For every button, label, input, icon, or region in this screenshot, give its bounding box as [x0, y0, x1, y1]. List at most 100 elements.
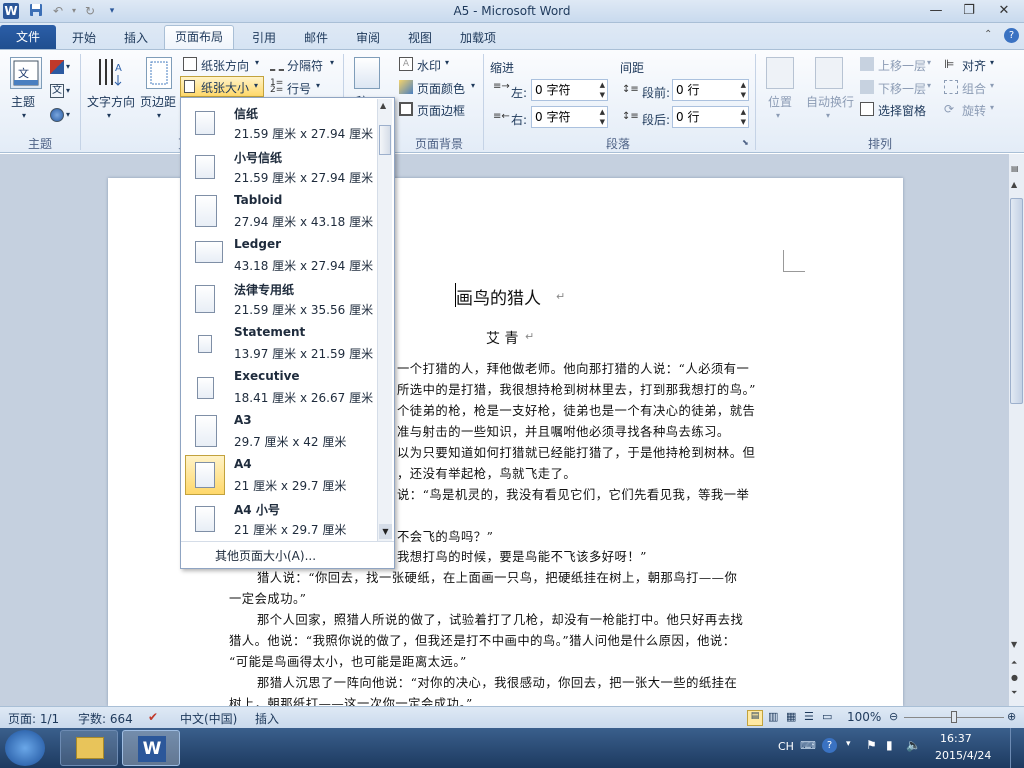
- clock-time[interactable]: 16:37: [940, 732, 972, 745]
- keyboard-icon[interactable]: ⌨: [800, 739, 816, 752]
- document-line[interactable]: 说：“鸟是机灵的，我没有看见它们，它们先看见我，等我一举: [397, 485, 749, 503]
- tab-page-layout[interactable]: 页面布局: [164, 25, 235, 51]
- wrap-text-dropdown-icon[interactable]: ▾: [826, 111, 830, 120]
- insert-mode-indicator[interactable]: 插入: [255, 710, 279, 727]
- document-line[interactable]: 不会飞的鸟吗？”: [397, 527, 493, 545]
- paper-size-option-selected[interactable]: A4 21 厘米 x 29.7 厘米: [184, 453, 376, 497]
- paper-size-option[interactable]: Statement 13.97 厘米 x 21.59 厘米: [184, 321, 376, 365]
- network-icon[interactable]: ▮: [886, 738, 893, 752]
- theme-colors-icon[interactable]: [50, 60, 64, 74]
- start-orb-icon[interactable]: [5, 730, 45, 766]
- theme-effects-dropdown-icon[interactable]: ▾: [66, 110, 70, 119]
- spinner-arrows-icon[interactable]: ▲ ▼: [600, 107, 605, 127]
- position-icon[interactable]: [766, 57, 794, 89]
- group-objects-button[interactable]: 组合: [962, 80, 986, 97]
- minimize-ribbon-icon[interactable]: ⌃: [984, 29, 998, 43]
- close-button[interactable]: ✕: [990, 2, 1018, 20]
- show-desktop-button[interactable]: [1010, 728, 1024, 768]
- paper-size-option[interactable]: Tabloid 27.94 厘米 x 43.18 厘米: [184, 189, 376, 233]
- document-line[interactable]: 那个人回家，照猎人所说的做了，试验着打了几枪，却没有一枪能打中。他只好再去找: [257, 610, 743, 628]
- document-line[interactable]: 所选中的是打猎，我很想持枪到树林里去，打到那我想打的鸟。”: [397, 380, 756, 398]
- send-backward-button[interactable]: 下移一层: [878, 80, 926, 97]
- paper-size-option[interactable]: A3 29.7 厘米 x 42 厘米: [184, 409, 376, 453]
- spinner-arrows-icon[interactable]: ▲ ▼: [741, 80, 746, 100]
- paragraph-dialog-launcher-icon[interactable]: ⬊: [742, 138, 749, 147]
- document-line[interactable]: 以为只要知道如何打猎就已经能打猎了，于是他持枪到树林。但: [397, 443, 755, 461]
- action-center-icon[interactable]: ⚑: [866, 738, 877, 752]
- help-icon[interactable]: ?: [1004, 28, 1019, 43]
- web-layout-view-icon[interactable]: ▦: [786, 710, 796, 723]
- taskbar-word-button[interactable]: W: [122, 730, 180, 766]
- document-line[interactable]: 猎人。他说：“我照你说的做了，但我还是打不中画中的鸟。”猎人问他是什么原因，他说…: [229, 631, 736, 649]
- indent-left-input[interactable]: 0 字符 ▲ ▼: [531, 79, 608, 101]
- vertical-scrollbar[interactable]: ▤ ▲ ▼ ⏶ ● ⏷: [1008, 154, 1024, 706]
- size-button[interactable]: 纸张大小 ▾: [180, 76, 264, 97]
- outline-view-icon[interactable]: ☰: [804, 710, 814, 723]
- paper-size-option[interactable]: 信纸 21.59 厘米 x 27.94 厘米: [184, 101, 376, 145]
- paper-size-option[interactable]: 小号信纸 21.59 厘米 x 27.94 厘米: [184, 145, 376, 189]
- themes-dropdown-icon[interactable]: ▾: [22, 111, 26, 120]
- theme-fonts-dropdown-icon[interactable]: ▾: [66, 86, 70, 95]
- previous-page-icon[interactable]: ⏶: [1011, 658, 1022, 668]
- full-screen-view-icon[interactable]: ▥: [768, 710, 778, 723]
- tab-review[interactable]: 审阅: [346, 27, 390, 50]
- spinner-arrows-icon[interactable]: ▲ ▼: [600, 80, 605, 100]
- document-line[interactable]: “可能是鸟画得太小，也可能是距离太远。”: [229, 652, 467, 670]
- scroll-up-icon[interactable]: ▲: [1011, 180, 1022, 190]
- wrap-text-label[interactable]: 自动换行: [806, 93, 854, 110]
- tray-expand-icon[interactable]: ▾: [846, 739, 851, 749]
- proofing-icon[interactable]: ✔: [148, 710, 158, 724]
- minimize-button[interactable]: —: [922, 2, 950, 20]
- page-count[interactable]: 页面: 1/1: [8, 710, 59, 727]
- tray-help-icon[interactable]: ?: [822, 738, 837, 753]
- page-borders-button[interactable]: 页面边框: [417, 102, 465, 119]
- themes-label[interactable]: 主题: [11, 93, 35, 110]
- spinner-arrows-icon[interactable]: ▲ ▼: [741, 107, 746, 127]
- tab-addins[interactable]: 加载项: [450, 27, 506, 50]
- scroll-thumb[interactable]: [1010, 198, 1023, 404]
- text-direction-label[interactable]: 文字方向: [87, 93, 135, 110]
- ime-indicator[interactable]: CH: [778, 740, 794, 753]
- text-direction-dropdown-icon[interactable]: ▾: [107, 111, 111, 120]
- document-author[interactable]: 艾 青: [486, 328, 518, 348]
- tab-references[interactable]: 引用: [242, 27, 286, 50]
- text-direction-icon[interactable]: A: [96, 57, 126, 89]
- theme-fonts-icon[interactable]: 文: [50, 84, 64, 98]
- volume-icon[interactable]: 🔈: [906, 738, 921, 752]
- browse-object-icon[interactable]: ●: [1011, 673, 1022, 683]
- spacing-after-input[interactable]: 0 行 ▲ ▼: [672, 106, 749, 128]
- clock-date[interactable]: 2015/4/24: [935, 749, 991, 762]
- paper-size-option[interactable]: 法律专用纸 21.59 厘米 x 35.56 厘米: [184, 277, 376, 321]
- line-numbers-button[interactable]: 行号: [287, 80, 311, 97]
- margins-dropdown-icon[interactable]: ▾: [157, 111, 161, 120]
- position-label[interactable]: 位置: [768, 93, 792, 110]
- page-color-button[interactable]: 页面颜色: [417, 80, 465, 97]
- zoom-out-icon[interactable]: ⊖: [889, 710, 898, 723]
- taskbar-explorer-button[interactable]: [60, 730, 118, 766]
- dropdown-scroll-up-icon[interactable]: ▲: [380, 101, 386, 110]
- breaks-button[interactable]: 分隔符: [287, 57, 323, 74]
- tab-file[interactable]: 文件: [0, 25, 56, 50]
- tab-mailings[interactable]: 邮件: [294, 27, 338, 50]
- dropdown-scroll-thumb[interactable]: [379, 125, 391, 155]
- document-title[interactable]: 画鸟的猎人: [456, 284, 541, 309]
- tab-home[interactable]: 开始: [62, 27, 106, 50]
- watermark-button[interactable]: 水印: [417, 57, 441, 74]
- zoom-level[interactable]: 100%: [847, 710, 881, 724]
- tab-view[interactable]: 视图: [398, 27, 442, 50]
- tab-insert[interactable]: 插入: [114, 27, 158, 50]
- stationery-icon[interactable]: [354, 57, 380, 89]
- document-line[interactable]: 我想打鸟的时候，要是鸟能不飞该多好呀！”: [397, 547, 647, 565]
- theme-colors-dropdown-icon[interactable]: ▾: [66, 62, 70, 71]
- document-line[interactable]: 猎人说：“你回去，找一张硬纸，在上面画一只鸟，把硬纸挂在树上，朝那鸟打——你: [257, 568, 737, 586]
- document-line[interactable]: 一个打猎的人，拜他做老师。他向那打猎的人说：“人必须有一: [397, 359, 749, 377]
- indent-right-input[interactable]: 0 字符 ▲ ▼: [531, 106, 608, 128]
- ruler-toggle-icon[interactable]: ▤: [1011, 164, 1022, 174]
- selection-pane-button[interactable]: 选择窗格: [878, 102, 926, 119]
- paper-size-option[interactable]: Ledger 43.18 厘米 x 27.94 厘米: [184, 233, 376, 277]
- zoom-in-icon[interactable]: ⊕: [1007, 710, 1016, 723]
- document-line[interactable]: 那猎人沉思了一阵向他说：“对你的决心，我很感动，你回去，把一张大一些的纸挂在: [257, 673, 737, 691]
- dropdown-scrollbar[interactable]: ▲ ▼: [377, 99, 392, 541]
- paper-size-option[interactable]: Executive 18.41 厘米 x 26.67 厘米: [184, 365, 376, 409]
- wrap-text-icon[interactable]: [815, 57, 843, 89]
